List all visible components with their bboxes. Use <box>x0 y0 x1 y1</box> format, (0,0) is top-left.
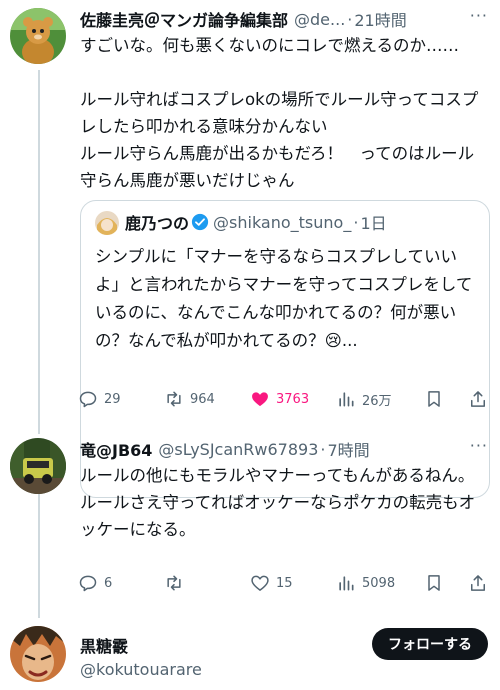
post-time[interactable]: 21時間 <box>354 7 406 31</box>
author-handle[interactable]: @sLySJcanRw67893 <box>158 440 318 459</box>
reply-count: 6 <box>104 575 113 591</box>
heart-filled-icon <box>252 392 268 407</box>
repost-button[interactable] <box>164 573 190 593</box>
like-button[interactable]: 15 <box>250 573 293 593</box>
bookmark-icon <box>428 391 440 407</box>
reply-count: 29 <box>104 391 121 407</box>
reply-button[interactable]: 6 <box>78 573 112 593</box>
separator-dot: · <box>320 439 326 459</box>
share-button[interactable] <box>468 389 488 409</box>
suggested-user-name[interactable]: 黒糖霰 <box>80 633 128 657</box>
repost-count: 964 <box>190 391 215 407</box>
bookmark-button[interactable] <box>424 573 444 593</box>
share-button[interactable] <box>468 573 488 593</box>
reply-button[interactable]: 29 <box>78 389 121 409</box>
follow-button[interactable]: フォローする <box>372 628 488 660</box>
share-icon <box>471 575 485 591</box>
verified-badge-icon <box>191 213 209 231</box>
post-text: ルールの他にもモラルやマナーってもんがあるねん。 ルールさえ守ってればオッケーな… <box>80 466 476 539</box>
heart-icon <box>251 575 269 591</box>
repost-icon <box>167 391 181 407</box>
post-ryu[interactable]: 竜@JB64 @sLySJcanRw67893 · 7時間 ··· ルールの他に… <box>0 430 500 610</box>
suggested-user-handle[interactable]: @kokutouarare <box>80 660 202 679</box>
bookmark-icon <box>428 575 440 591</box>
views-chart-icon <box>339 576 354 591</box>
repost-icon <box>167 575 181 591</box>
post-satou[interactable]: 佐藤圭亮＠マンガ論争編集部 @de... · 21時間 ··· すごいな。何も悪… <box>0 0 500 498</box>
avatar-kokutou[interactable] <box>10 626 66 682</box>
avatar-ryu[interactable] <box>10 438 66 494</box>
author-name[interactable]: 佐藤圭亮＠マンガ論争編集部 <box>80 7 288 31</box>
repost-button[interactable]: 964 <box>164 389 215 409</box>
post-time[interactable]: 7時間 <box>327 437 369 461</box>
author-handle[interactable]: @de... <box>294 10 345 29</box>
reply-icon <box>79 391 97 408</box>
reply-icon <box>79 575 97 592</box>
views-button[interactable]: 26万 <box>336 389 392 409</box>
separator-dot: · <box>353 212 359 232</box>
like-count: 3763 <box>276 391 310 407</box>
post-text: すごいな。何も悪くないのにコレで燃えるのか…… ルール守ればコスプレokの場所で… <box>80 36 479 190</box>
view-count: 5098 <box>362 575 396 591</box>
share-icon <box>471 391 485 407</box>
quoted-avatar <box>95 211 119 235</box>
quoted-author-name: 鹿乃つの <box>125 214 190 233</box>
views-chart-icon <box>339 392 354 407</box>
more-options-icon[interactable]: ··· <box>470 6 488 25</box>
quoted-post-text: シンプルに「マナーを守るならコスプレしていいよ」と言われたからマナーを守ってコス… <box>95 247 473 350</box>
more-options-icon[interactable]: ··· <box>470 436 488 455</box>
quoted-post-time: 1日 <box>360 214 387 233</box>
avatar-satou[interactable] <box>10 8 66 64</box>
views-button[interactable]: 5098 <box>336 573 395 593</box>
bookmark-button[interactable] <box>424 389 444 409</box>
author-name[interactable]: 竜@JB64 <box>80 437 152 461</box>
separator-dot: · <box>347 9 353 29</box>
view-count: 26万 <box>362 393 392 409</box>
like-button[interactable]: 3763 <box>250 389 309 409</box>
like-count: 15 <box>276 575 293 591</box>
quoted-author-handle: @shikano_tsuno_ <box>213 212 352 232</box>
